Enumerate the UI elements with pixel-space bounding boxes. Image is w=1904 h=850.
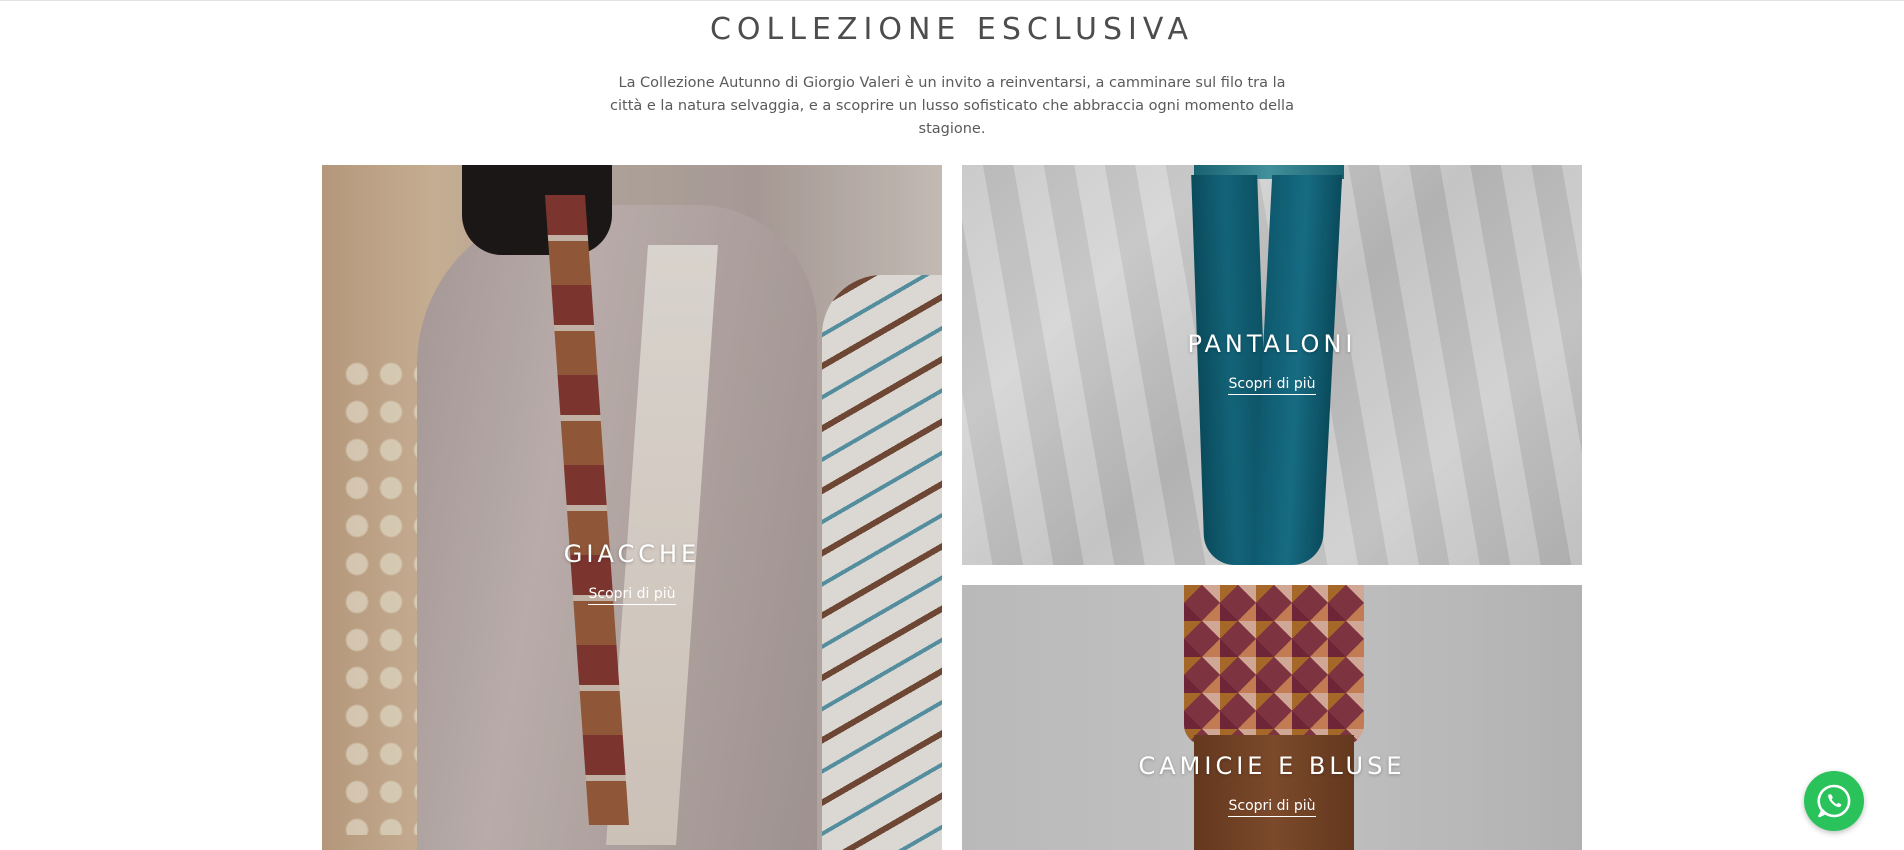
category-tile-camicie-e-bluse[interactable]: CAMICIE E BLUSE Scopri di più	[962, 585, 1582, 850]
section-description: La Collezione Autunno di Giorgio Valeri …	[610, 75, 1294, 137]
discover-more-link[interactable]: Scopri di più	[1228, 798, 1316, 817]
whatsapp-icon	[1817, 784, 1851, 818]
tile-caption: PANTALONI Scopri di più	[962, 330, 1582, 395]
top-divider	[0, 0, 1904, 1]
whatsapp-chat-button[interactable]	[1804, 771, 1864, 831]
category-tile-pantaloni[interactable]: PANTALONI Scopri di più	[962, 165, 1582, 565]
section-title: COLLEZIONE ESCLUSIVA	[709, 12, 1195, 47]
tile-caption: CAMICIE E BLUSE Scopri di più	[962, 752, 1582, 817]
discover-more-link[interactable]: Scopri di più	[588, 586, 676, 605]
discover-more-link[interactable]: Scopri di più	[1228, 376, 1316, 395]
tile-title: PANTALONI	[1187, 330, 1357, 358]
tile-title: CAMICIE E BLUSE	[1138, 752, 1406, 780]
category-tile-giacche[interactable]: GIACCHE Scopri di più	[322, 165, 942, 850]
tile-title: GIACCHE	[563, 540, 701, 568]
tile-caption: GIACCHE Scopri di più	[322, 540, 942, 605]
tile-overlay	[322, 165, 942, 850]
